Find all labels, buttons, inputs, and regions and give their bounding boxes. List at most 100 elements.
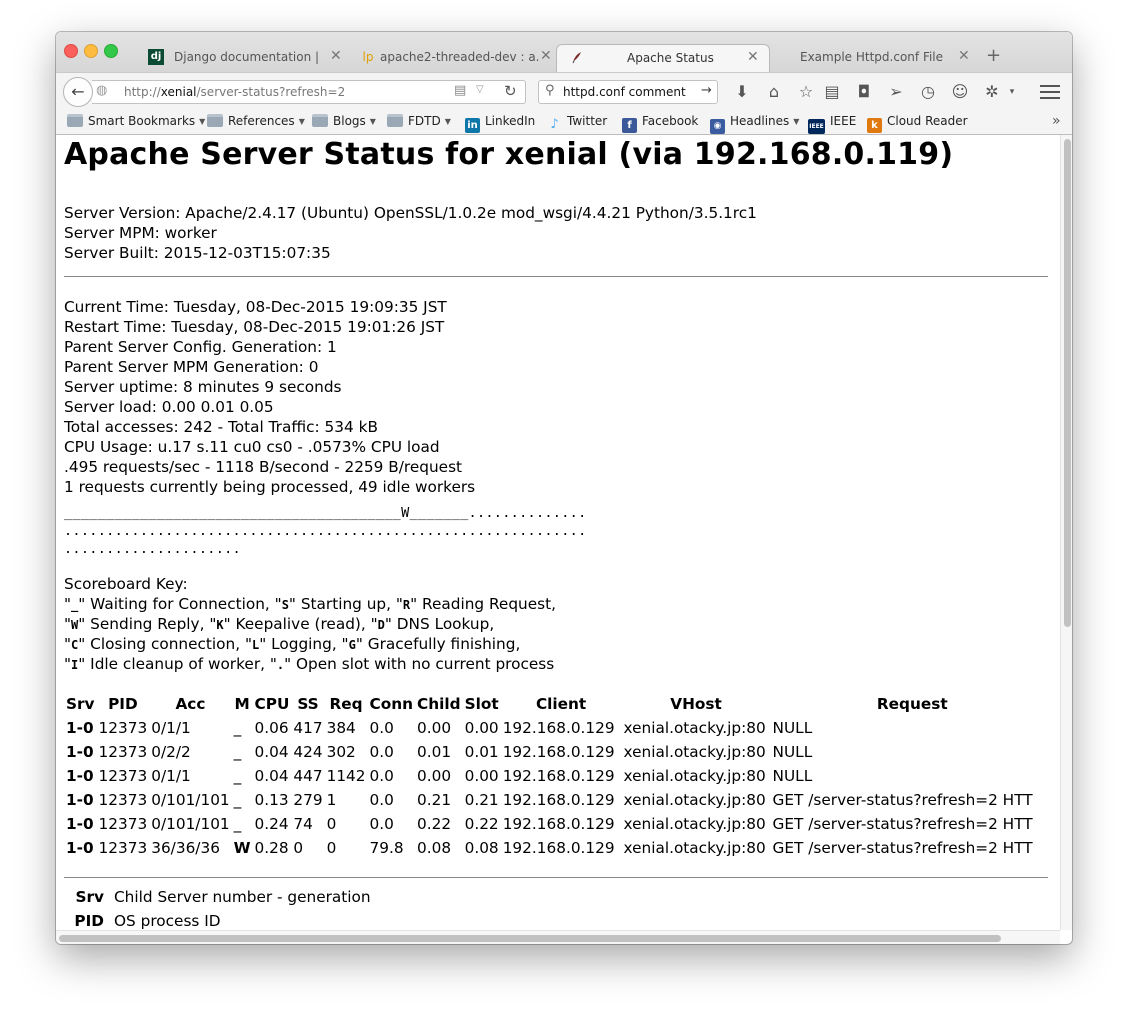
scoreboard-key-line: "I" Idle cleanup of worker, "." Open slo…	[64, 654, 556, 674]
rss-feed-icon: ◉	[710, 119, 725, 134]
chevron-down-icon[interactable]: ▽	[476, 84, 484, 95]
bookmark-linkedin[interactable]: in LinkedIn	[465, 114, 535, 133]
total-accesses: Total accesses: 242 - Total Traffic: 534…	[64, 418, 378, 436]
table-legend: Srv Child Server number - generation PID O…	[74, 887, 370, 930]
server-load: Server load: 0.00 0.01 0.05	[64, 398, 274, 416]
cell-pid: 12373	[98, 791, 148, 809]
minimize-window-button[interactable]	[84, 44, 98, 58]
key-text: "	[64, 655, 72, 673]
page-content: Apache Server Status for xenial (via 192…	[56, 135, 1060, 930]
key-text: " Idle cleanup of worker, "	[78, 655, 277, 673]
pocket-icon[interactable]: ◘	[854, 82, 874, 102]
page-title: Apache Server Status for xenial (via 192…	[64, 137, 954, 172]
search-bar[interactable]: ⚲ httpd.conf comment →	[538, 80, 718, 104]
key-text: " DNS Lookup,	[384, 615, 495, 633]
extension-icon[interactable]: ✲	[982, 82, 1002, 102]
cell-request: NULL	[772, 719, 813, 737]
cell-m: _	[233, 719, 242, 737]
cell-m: _	[233, 743, 242, 761]
scoreboard-key-line: "C" Closing connection, "L" Logging, "G"…	[64, 634, 556, 654]
key-glyph: D	[377, 618, 385, 632]
close-tab-icon[interactable]: ✕	[330, 48, 342, 64]
workers-table-body: 1-0 12373 0/1/1 _ 0.06 417 384 0.0 0.00 0.00 192.1…	[64, 716, 1054, 860]
url-text[interactable]: http://xenial/server-status?refresh=2	[124, 85, 345, 99]
folder-icon	[312, 114, 328, 127]
new-tab-icon[interactable]: +	[986, 45, 1001, 66]
tab-apache-status[interactable]: Apache Status ✕	[556, 44, 770, 72]
scrollbar-thumb[interactable]	[59, 935, 1001, 942]
cell-client: 192.168.0.129	[502, 767, 615, 785]
hamburger-menu-icon[interactable]	[1040, 81, 1060, 103]
download-icon[interactable]: ⬇	[732, 82, 752, 102]
col-client: Client	[535, 695, 587, 713]
reader-view-icon[interactable]: ▤	[454, 83, 466, 98]
key-text: "	[64, 595, 72, 613]
chevron-down-icon[interactable]: ▾	[1002, 82, 1022, 102]
arrow-right-icon[interactable]: →	[701, 83, 712, 98]
tab-httpd-conf[interactable]: Example Httpd.conf File ✕	[784, 44, 980, 72]
bookmark-headlines[interactable]: ◉ Headlines ▼	[710, 114, 799, 134]
url-bar[interactable]: ◍ http://xenial/server-status?refresh=2 …	[92, 80, 526, 104]
chevron-double-right-icon[interactable]: »	[1052, 113, 1061, 129]
bookmark-twitter[interactable]: ♪ Twitter	[547, 114, 607, 132]
cell-child: 0.01	[417, 743, 452, 761]
cell-cpu: 0.28	[254, 839, 289, 857]
cell-request: NULL	[772, 767, 813, 785]
home-icon[interactable]: ⌂	[764, 82, 784, 102]
cpu-usage: CPU Usage: u.17 s.11 cu0 cs0 - .0573% CP…	[64, 438, 440, 456]
zoom-window-button[interactable]	[104, 44, 118, 58]
close-tab-icon[interactable]: ✕	[958, 48, 970, 64]
cell-request: GET /server-status?refresh=2 HTT	[772, 815, 1033, 833]
bookmark-blogs[interactable]: Blogs ▼	[312, 114, 376, 128]
close-tab-icon[interactable]: ✕	[747, 49, 759, 65]
key-glyph: G	[348, 638, 356, 652]
close-window-button[interactable]	[64, 44, 78, 58]
close-tab-icon[interactable]: ✕	[540, 48, 552, 64]
tab-launchpad[interactable]: lp apache2-threaded-dev : a... ✕	[360, 44, 556, 72]
cell-ss: 279	[293, 791, 323, 809]
cell-cpu: 0.04	[254, 743, 289, 761]
vertical-scrollbar[interactable]	[1060, 135, 1072, 930]
reload-icon[interactable]: ↻	[504, 82, 517, 100]
cell-cpu: 0.13	[254, 791, 289, 809]
col-request: Request	[876, 695, 948, 713]
key-text: " Keepalive (read), "	[223, 615, 378, 633]
back-button[interactable]: ←	[63, 77, 93, 107]
key-text: " Sending Reply, "	[78, 615, 217, 633]
workers-status: 1 requests currently being processed, 49…	[64, 478, 476, 496]
table-row: 1-0 12373 36/36/36 W 0.28 0 0 79.8 0.08 0.08 192.1…	[64, 836, 1054, 860]
bookmark-facebook[interactable]: f Facebook	[622, 114, 698, 133]
scrollbar-thumb[interactable]	[1064, 139, 1071, 627]
key-text: "	[64, 635, 72, 653]
bookmarks-list-icon[interactable]: ▤	[822, 82, 842, 102]
folder-icon	[387, 114, 403, 127]
smiley-icon[interactable]: ☺	[950, 82, 970, 102]
table-row: 1-0 12373 0/1/1 _ 0.04 447 1142 0.0 0.00 0.00 192.…	[64, 764, 1054, 788]
cell-conn: 0.0	[369, 743, 394, 761]
horizontal-scrollbar[interactable]	[56, 930, 1060, 944]
history-icon[interactable]: ◷	[918, 82, 938, 102]
cell-req: 302	[326, 743, 356, 761]
send-icon[interactable]: ➢	[886, 82, 906, 102]
cell-ss: 447	[293, 767, 323, 785]
col-ss: SS	[297, 695, 319, 713]
bookmark-smart-bookmarks[interactable]: Smart Bookmarks ▼	[67, 114, 205, 128]
folder-icon	[207, 114, 223, 127]
workers-table: Srv PID Acc M CPU SS Req Conn Child Slot…	[64, 692, 1054, 860]
tab-django[interactable]: dj Django documentation | ... ✕	[148, 44, 344, 72]
key-text: " Waiting for Connection, "	[78, 595, 282, 613]
bookmark-star-icon[interactable]: ☆	[796, 82, 816, 102]
bookmark-references[interactable]: References ▼	[207, 114, 305, 128]
key-glyph: S	[281, 598, 289, 612]
cell-m: _	[233, 815, 242, 833]
bookmark-ieee[interactable]: IEEE IEEE	[808, 114, 856, 134]
config-generation: Parent Server Config. Generation: 1	[64, 338, 337, 356]
tab-label: Example Httpd.conf File	[800, 50, 944, 64]
cell-acc: 0/1/1	[151, 767, 191, 785]
bookmark-cloud-reader[interactable]: k Cloud Reader	[867, 114, 968, 133]
bookmark-fdtd[interactable]: FDTD ▼	[387, 114, 451, 128]
search-input[interactable]: httpd.conf comment	[563, 85, 686, 99]
cell-slot: 0.22	[464, 815, 499, 833]
key-text: " Logging, "	[259, 635, 349, 653]
cell-slot: 0.08	[464, 839, 499, 857]
